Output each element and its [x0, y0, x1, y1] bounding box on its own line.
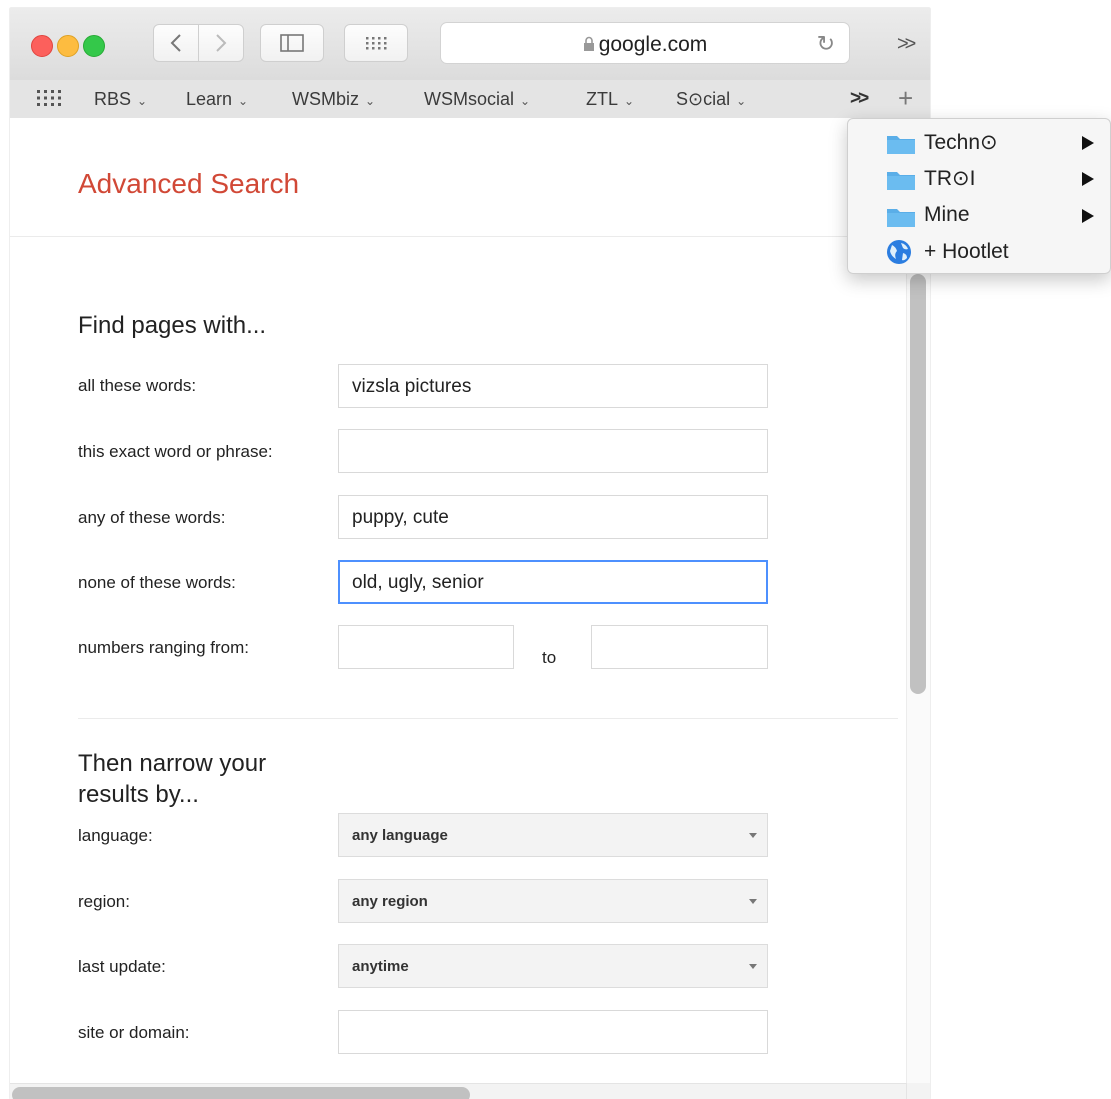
region-select[interactable]: any region — [338, 879, 768, 923]
numbers-range-label: numbers ranging from: — [78, 638, 250, 657]
any-words-label: any of these words: — [78, 508, 226, 527]
menu-item-mine[interactable]: Mine — [848, 197, 1110, 233]
menu-item-troi[interactable]: TR⊙I — [848, 160, 1110, 196]
any-words-input[interactable]: puppy, cute — [338, 495, 768, 539]
submenu-arrow-icon — [1082, 136, 1094, 150]
numbers-to-label: to — [542, 648, 557, 667]
divider — [10, 236, 900, 237]
chevron-down-icon: ⌄ — [624, 94, 635, 108]
favorite-folder-social[interactable]: S⊙cial ⌄ — [676, 89, 746, 110]
menu-item-techno[interactable]: Techn⊙ — [848, 124, 1110, 160]
folder-icon — [887, 136, 915, 154]
language-label: language: — [78, 826, 153, 845]
menu-item-hootlet[interactable]: + Hootlet — [848, 234, 1110, 270]
submenu-arrow-icon — [1082, 172, 1094, 186]
address-url: google.com — [598, 33, 708, 56]
chevron-down-icon: ⌄ — [137, 94, 148, 108]
advanced-search-page: Advanced Search Find pages with... all t… — [10, 118, 906, 1083]
top-sites-button[interactable] — [344, 24, 408, 62]
favorites-overflow-button[interactable]: >> — [850, 88, 869, 110]
language-value: any language — [352, 827, 448, 844]
favorite-label: S⊙cial — [676, 89, 731, 109]
vertical-scroll-thumb[interactable] — [910, 274, 926, 694]
caret-down-icon — [749, 964, 757, 969]
sidebar-button[interactable] — [260, 24, 324, 62]
apps-grid-icon[interactable] — [36, 89, 62, 107]
reload-icon[interactable]: ↻ — [817, 31, 835, 57]
caret-down-icon — [749, 833, 757, 838]
zoom-window-button[interactable] — [83, 35, 105, 57]
narrow-results-heading: Then narrow your results by... — [78, 750, 267, 808]
menu-item-label: TR⊙I — [924, 167, 976, 190]
forward-button[interactable] — [198, 24, 244, 62]
page-title: Advanced Search — [78, 168, 300, 199]
last-update-select[interactable]: anytime — [338, 944, 768, 988]
all-words-label: all these words: — [78, 376, 197, 395]
numbers-from-input[interactable] — [338, 625, 514, 669]
back-button[interactable] — [153, 24, 199, 62]
language-select[interactable]: any language — [338, 813, 768, 857]
add-favorite-icon[interactable]: + — [898, 83, 913, 114]
menu-item-label: Mine — [924, 203, 970, 226]
exact-phrase-label: this exact word or phrase: — [78, 442, 273, 461]
region-label: region: — [78, 892, 130, 911]
last-update-value: anytime — [352, 958, 409, 975]
all-words-input[interactable]: vizsla pictures — [338, 364, 768, 408]
none-words-input[interactable]: old, ugly, senior — [338, 560, 768, 604]
lock-icon — [583, 36, 594, 51]
browser-window: google.com ↻ >> RBS ⌄ Learn ⌄ WSMbiz ⌄ WSMs… — [10, 8, 930, 1099]
grid-icon — [366, 37, 387, 50]
last-update-label: last update: — [78, 957, 166, 976]
favorite-folder-rbs[interactable]: RBS ⌄ — [94, 89, 147, 110]
divider — [78, 718, 898, 719]
sidebar-icon — [280, 34, 304, 52]
site-domain-input[interactable] — [338, 1010, 768, 1054]
favorite-label: WSMsocial — [424, 89, 515, 109]
address-text: google.com — [441, 33, 849, 57]
region-value: any region — [352, 893, 428, 910]
favorites-bar: RBS ⌄ Learn ⌄ WSMbiz ⌄ WSMsocial ⌄ ZTL ⌄ S⊙ci… — [10, 80, 930, 119]
favorite-label: WSMbiz — [292, 89, 359, 109]
chevron-left-icon — [170, 34, 181, 52]
horizontal-scroll-thumb[interactable] — [12, 1087, 470, 1099]
submenu-arrow-icon — [1082, 209, 1094, 223]
chevron-down-icon: ⌄ — [365, 94, 376, 108]
find-pages-heading: Find pages with... — [78, 312, 267, 339]
toolbar-overflow-button[interactable]: >> — [897, 33, 916, 56]
address-bar[interactable]: google.com ↻ — [440, 22, 850, 64]
exact-phrase-input[interactable] — [338, 429, 768, 473]
none-words-label: none of these words: — [78, 573, 236, 592]
browser-toolbar: google.com ↻ >> — [10, 8, 930, 81]
favorite-folder-ztl[interactable]: ZTL ⌄ — [586, 89, 634, 110]
chevron-down-icon: ⌄ — [238, 94, 249, 108]
site-domain-label: site or domain: — [78, 1023, 190, 1042]
menu-item-label: + Hootlet — [924, 240, 1009, 263]
chevron-down-icon: ⌄ — [520, 94, 531, 108]
chevron-right-icon — [216, 34, 227, 52]
caret-down-icon — [749, 899, 757, 904]
numbers-to-input[interactable] — [591, 625, 768, 669]
favorite-label: ZTL — [586, 89, 619, 109]
scroll-corner — [906, 1083, 930, 1099]
favorite-label: Learn — [186, 89, 233, 109]
minimize-window-button[interactable] — [57, 35, 79, 57]
globe-icon — [887, 240, 911, 264]
close-window-button[interactable] — [31, 35, 53, 57]
favorite-folder-learn[interactable]: Learn ⌄ — [186, 89, 248, 110]
favorite-label: RBS — [94, 89, 132, 109]
favorite-folder-wsmsocial[interactable]: WSMsocial ⌄ — [424, 89, 530, 110]
favorites-overflow-menu: Techn⊙ TR⊙I Mine + Hootlet — [847, 118, 1111, 274]
menu-item-label: Techn⊙ — [924, 131, 998, 154]
folder-icon — [887, 209, 915, 227]
folder-icon — [887, 172, 915, 190]
chevron-down-icon: ⌄ — [736, 94, 747, 108]
favorite-folder-wsmbiz[interactable]: WSMbiz ⌄ — [292, 89, 375, 110]
